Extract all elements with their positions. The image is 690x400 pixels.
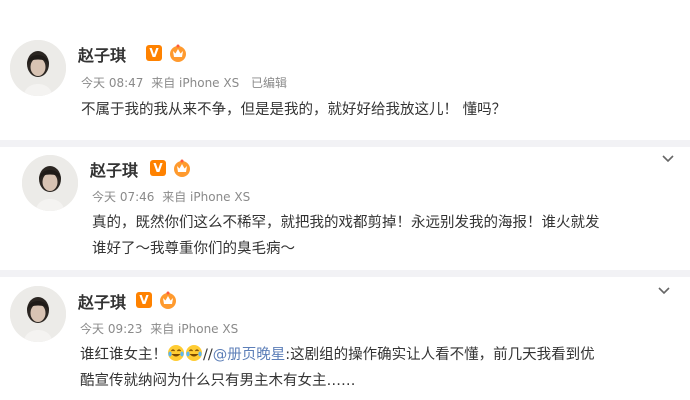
- author-name[interactable]: 赵子琪: [90, 157, 138, 181]
- avatar[interactable]: [10, 286, 66, 342]
- vip-crown-icon[interactable]: [168, 43, 188, 63]
- avatar[interactable]: [10, 40, 66, 96]
- mention-link[interactable]: @册页晚星: [213, 347, 286, 363]
- post-text-line: 谁好了～我尊重你们的臭毛病～: [92, 241, 295, 257]
- laughing-tears-emoji: [168, 345, 184, 361]
- post-text-line: 真的，既然你们这么不稀罕，就把我的戏都剪掉！永远别发我的海报！谁火就发: [92, 215, 600, 231]
- chevron-down-icon[interactable]: [660, 151, 676, 167]
- post-meta: 今天 09:23 来自 iPhone XS: [80, 320, 242, 337]
- post-text-line-1: 谁红谁女主！ //@册页晚星:这剧组的操作确实让人看不懂，前几天我看到优: [80, 342, 595, 368]
- post-meta: 今天 08:47 来自 iPhone XS 已编辑: [81, 74, 291, 91]
- weibo-post-1: 赵子琪 V 今天 08:47 来自 iPhone XS 已编辑 不属于我的我从来…: [0, 0, 690, 140]
- post-source: 来自 iPhone XS: [162, 190, 251, 204]
- verified-v-icon: V: [136, 292, 152, 308]
- post-divider: [0, 270, 690, 277]
- avatar[interactable]: [22, 155, 78, 211]
- post-source: 来自 iPhone XS: [151, 76, 240, 90]
- post-text: 谁红谁女主！ //@册页晚星:这剧组的操作确实让人看不懂，前几天我看到优 酷宣传就…: [80, 342, 595, 394]
- post-text-prefix: 谁红谁女主！: [80, 347, 167, 363]
- vip-crown-icon[interactable]: [172, 158, 192, 178]
- edited-label[interactable]: 已编辑: [251, 76, 287, 90]
- author-name[interactable]: 赵子琪: [78, 42, 126, 66]
- chevron-down-icon[interactable]: [656, 283, 672, 299]
- post-meta: 今天 07:46 来自 iPhone XS: [92, 188, 254, 205]
- laughing-tears-emoji: [186, 345, 202, 361]
- post-text-line-2: 酷宣传就纳闷为什么只有男主木有女主……: [80, 373, 356, 389]
- post-time[interactable]: 今天 09:23: [80, 322, 142, 336]
- verified-v-icon: V: [146, 45, 162, 61]
- post-text-line: 不属于我的我从来不争，但是是我的，就好好给我放这儿！ 懂吗？: [81, 102, 507, 118]
- post-text-rest: :这剧组的操作确实让人看不懂，前几天我看到优: [285, 347, 595, 363]
- post-text: 真的，既然你们这么不稀罕，就把我的戏都剪掉！永远别发我的海报！谁火就发 谁好了～…: [92, 210, 600, 262]
- weibo-post-2: 赵子琪 V 今天 07:46 来自 iPhone XS 真的，既然你们这么不稀罕…: [0, 147, 690, 267]
- post-time[interactable]: 今天 07:46: [92, 190, 154, 204]
- post-time[interactable]: 今天 08:47: [81, 76, 143, 90]
- repost-separator: //: [203, 347, 213, 363]
- author-name[interactable]: 赵子琪: [78, 289, 126, 313]
- vip-crown-icon[interactable]: [158, 290, 178, 310]
- weibo-post-3: 赵子琪 V 今天 09:23 来自 iPhone XS 谁红谁女主！ //@册页晚…: [0, 277, 690, 400]
- post-text: 不属于我的我从来不争，但是是我的，就好好给我放这儿！ 懂吗？: [81, 97, 506, 123]
- post-source: 来自 iPhone XS: [150, 322, 239, 336]
- post-divider: [0, 140, 690, 147]
- verified-v-icon: V: [150, 160, 166, 176]
